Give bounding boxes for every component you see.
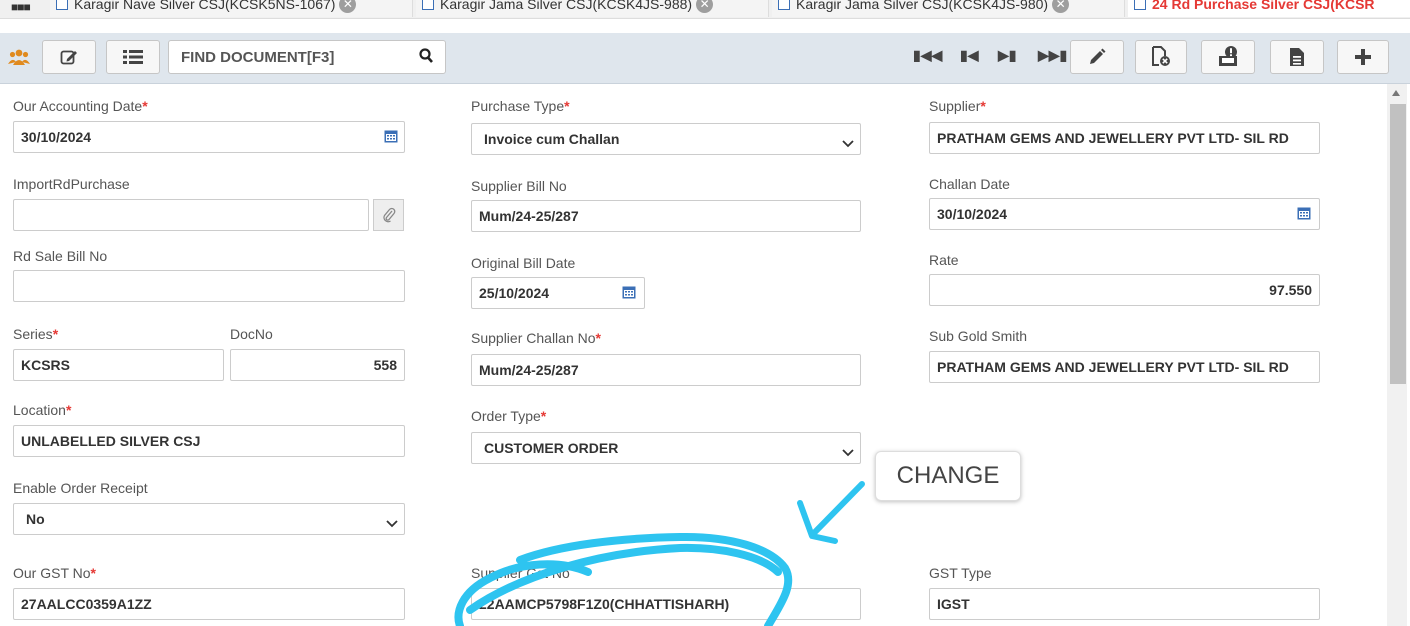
document-icon bbox=[422, 0, 434, 10]
document-icon bbox=[1134, 0, 1146, 10]
challan-date-label: Challan Date bbox=[929, 176, 1010, 192]
modify-button[interactable] bbox=[1070, 40, 1124, 74]
original-bill-date-label: Original Bill Date bbox=[471, 255, 576, 271]
document-icon bbox=[778, 0, 790, 10]
scrollbar-thumb[interactable] bbox=[1390, 104, 1406, 384]
search-icon[interactable] bbox=[419, 48, 433, 67]
supplier-label: Supplier* bbox=[929, 98, 986, 114]
pencil-icon bbox=[1090, 48, 1106, 64]
calendar-icon[interactable] bbox=[384, 129, 398, 143]
enable-order-receipt-select[interactable]: No bbox=[13, 503, 405, 535]
rd-sale-bill-no-label: Rd Sale Bill No bbox=[13, 248, 108, 264]
tab-karagir-jama-988[interactable]: Karagir Jama Silver CSJ(KCSK4JS-988) ✕ bbox=[416, 0, 769, 17]
calendar-icon[interactable] bbox=[622, 285, 636, 299]
doc-no-label: DocNo bbox=[230, 326, 273, 342]
document-tab-bar: ■■■ Karagir Nave Silver CSJ(KCSK5NS-1067… bbox=[0, 0, 1410, 19]
purchase-type-select[interactable]: Invoice cum Challan bbox=[471, 123, 861, 155]
chevron-down-icon bbox=[842, 438, 854, 463]
edit-icon bbox=[60, 50, 77, 65]
users-button[interactable] bbox=[4, 43, 34, 71]
calendar-icon[interactable] bbox=[1297, 206, 1311, 220]
cancel-document-button[interactable] bbox=[1135, 40, 1187, 74]
import-rd-purchase-field[interactable] bbox=[13, 199, 369, 231]
list-icon bbox=[123, 50, 143, 64]
series-label: Series* bbox=[13, 326, 59, 342]
chevron-down-icon bbox=[842, 129, 854, 154]
search-input[interactable] bbox=[179, 48, 413, 67]
arrow-line bbox=[812, 481, 865, 535]
challan-date-field[interactable]: 30/10/2024 bbox=[929, 198, 1320, 230]
rate-field[interactable]: 97.550 bbox=[929, 274, 1320, 306]
doc-no-field[interactable]: 558 bbox=[230, 349, 405, 381]
add-button[interactable] bbox=[1337, 40, 1389, 74]
previous-record-icon[interactable]: ▮◀ bbox=[960, 47, 978, 64]
document-icon bbox=[1290, 48, 1304, 66]
toolbar: ▮◀◀ ▮◀ ▶▮ ▶▶▮ bbox=[0, 33, 1410, 84]
document-button[interactable] bbox=[1270, 40, 1324, 74]
tab-rd-purchase-silver[interactable]: 24 Rd Purchase Silver CSJ(KCSR bbox=[1128, 0, 1410, 17]
approval-button[interactable] bbox=[1201, 40, 1255, 74]
close-icon[interactable]: ✕ bbox=[339, 0, 357, 13]
supplier-challan-no-label: Supplier Challan No* bbox=[471, 330, 601, 346]
gst-type-field[interactable]: IGST bbox=[929, 588, 1320, 620]
enable-order-receipt-label: Enable Order Receipt bbox=[13, 480, 148, 496]
close-icon[interactable]: ✕ bbox=[696, 0, 714, 13]
original-bill-date-field[interactable]: 25/10/2024 bbox=[471, 277, 645, 309]
location-field[interactable]: UNLABELLED SILVER CSJ bbox=[13, 425, 405, 457]
edit-button[interactable] bbox=[42, 40, 96, 74]
our-gst-no-field[interactable]: 27AALCC0359A1ZZ bbox=[13, 588, 405, 620]
users-icon bbox=[8, 49, 30, 65]
purchase-type-label: Purchase Type* bbox=[471, 98, 570, 114]
supplier-bill-no-field[interactable]: Mum/24-25/287 bbox=[471, 200, 861, 232]
tab-karagir-jama-980[interactable]: Karagir Jama Silver CSJ(KCSK4JS-980) ✕ bbox=[772, 0, 1125, 17]
tab-label: Karagir Jama Silver CSJ(KCSK4JS-980) bbox=[796, 0, 1049, 12]
cancel-doc-icon bbox=[1152, 46, 1170, 66]
rd-sale-bill-no-field[interactable] bbox=[13, 270, 405, 302]
our-accounting-date-label: Our Accounting Date* bbox=[13, 98, 148, 114]
paperclip-icon bbox=[382, 207, 395, 223]
scroll-up-arrow-icon[interactable] bbox=[1392, 90, 1400, 96]
attach-button[interactable] bbox=[373, 199, 404, 231]
last-record-icon[interactable]: ▶▶▮ bbox=[1038, 47, 1067, 64]
approval-icon bbox=[1219, 46, 1237, 66]
apps-grid-icon[interactable]: ■■■ bbox=[11, 0, 31, 14]
chevron-down-icon bbox=[386, 509, 398, 534]
tab-label: 24 Rd Purchase Silver CSJ(KCSR bbox=[1152, 0, 1375, 12]
next-record-icon[interactable]: ▶▮ bbox=[998, 47, 1016, 64]
plus-icon bbox=[1355, 49, 1371, 65]
change-callout: CHANGE bbox=[875, 451, 1021, 501]
list-button[interactable] bbox=[106, 40, 160, 74]
order-type-label: Order Type* bbox=[471, 408, 547, 424]
tab-label: Karagir Jama Silver CSJ(KCSK4JS-988) bbox=[440, 0, 693, 12]
location-label: Location* bbox=[13, 402, 72, 418]
first-record-icon[interactable]: ▮◀◀ bbox=[913, 47, 942, 64]
supplier-challan-no-field[interactable]: Mum/24-25/287 bbox=[471, 354, 861, 386]
arrow-head bbox=[797, 500, 838, 544]
series-field[interactable]: KCSRS bbox=[13, 349, 224, 381]
rate-label: Rate bbox=[929, 252, 959, 268]
gst-type-label: GST Type bbox=[929, 565, 992, 581]
our-accounting-date-field[interactable]: 30/10/2024 bbox=[13, 121, 405, 153]
tab-label: Karagir Nave Silver CSJ(KCSK5NS-1067) bbox=[74, 0, 336, 12]
sub-gold-smith-field[interactable]: PRATHAM GEMS AND JEWELLERY PVT LTD- SIL … bbox=[929, 351, 1320, 383]
supplier-gst-no-label: Supplier Gst No bbox=[471, 565, 570, 581]
find-document-search bbox=[168, 40, 446, 74]
tab-karagir-nave[interactable]: Karagir Nave Silver CSJ(KCSK5NS-1067) ✕ bbox=[50, 0, 413, 17]
supplier-bill-no-label: Supplier Bill No bbox=[471, 178, 567, 194]
sub-gold-smith-label: Sub Gold Smith bbox=[929, 328, 1028, 344]
supplier-field[interactable]: PRATHAM GEMS AND JEWELLERY PVT LTD- SIL … bbox=[929, 122, 1320, 154]
our-gst-no-label: Our GST No* bbox=[13, 565, 96, 581]
order-type-select[interactable]: CUSTOMER ORDER bbox=[471, 432, 861, 464]
supplier-gst-no-field[interactable]: 22AAMCP5798F1Z0(CHHATTISHARH) bbox=[471, 588, 861, 620]
import-rd-purchase-label: ImportRdPurchase bbox=[13, 176, 130, 192]
close-icon[interactable]: ✕ bbox=[1052, 0, 1070, 13]
document-icon bbox=[56, 0, 68, 10]
